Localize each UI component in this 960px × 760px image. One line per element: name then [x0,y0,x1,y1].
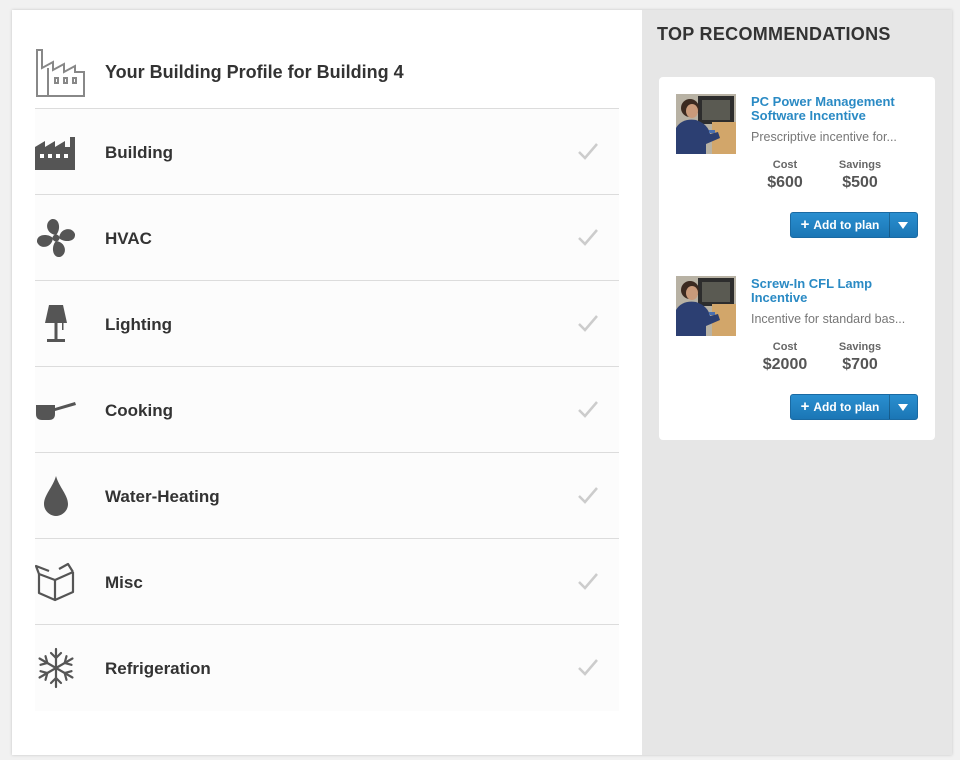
recommendations-sidebar: TOP RECOMMENDATIONS PC Power Management … [642,10,952,755]
cost-label: Cost [772,159,798,171]
open-box-icon [35,562,75,602]
savings-stat: Savings $500 [825,159,895,192]
add-to-plan-button-group: + Add to plan [790,212,918,238]
add-to-plan-label: Add to plan [813,218,880,232]
savings-label: Savings [838,159,882,171]
recommendation-thumbnail[interactable] [676,276,736,336]
recommendations-panel: PC Power Management Software Incentive P… [659,77,935,440]
category-list: Building HVAC Lighting Cooking Water-Hea… [35,109,619,711]
checkmark-icon [578,143,598,160]
caret-down-icon [898,404,908,411]
category-row-building[interactable]: Building [35,109,619,195]
caret-down-icon [898,222,908,229]
savings-value: $700 [842,356,878,373]
cost-stat: Cost $600 [750,159,820,192]
category-row-lighting[interactable]: Lighting [35,281,619,367]
app-window: Your Building Profile for Building 4 Bui… [12,10,952,755]
water-drop-icon [44,476,68,516]
savings-stat: Savings $700 [825,341,895,374]
recommendation-title-link[interactable]: PC Power Management Software Incentive [751,95,921,123]
lamp-icon [45,305,67,342]
building-outline-icon [36,49,85,97]
savings-label: Savings [838,341,882,353]
recommendations-heading: TOP RECOMMENDATIONS [657,24,891,44]
add-to-plan-dropdown-toggle[interactable] [889,213,917,237]
cost-value: $600 [767,174,803,191]
category-row-water-heating[interactable]: Water-Heating [35,453,619,539]
building-profile-panel: Your Building Profile for Building 4 Bui… [12,10,642,755]
recommendation-thumbnail[interactable] [676,94,736,154]
add-to-plan-label: Add to plan [813,400,880,414]
category-label: Cooking [105,401,173,420]
profile-header: Your Building Profile for Building 4 [35,46,619,109]
savings-value: $500 [842,174,878,191]
category-row-refrigeration[interactable]: Refrigeration [35,625,619,710]
category-row-misc[interactable]: Misc [35,539,619,625]
recommendation-title-link[interactable]: Screw-In CFL Lamp Incentive [751,277,921,305]
recommendation-description: Prescriptive incentive for... [751,130,897,144]
fan-icon [36,218,76,258]
snowflake-icon [38,647,74,689]
checkmark-icon [578,401,598,418]
cost-label: Cost [772,341,798,353]
category-label: Lighting [105,315,173,334]
cost-stat: Cost $2000 [750,341,820,374]
checkmark-icon [578,573,598,590]
category-label: HVAC [105,229,152,248]
category-label: Misc [105,573,143,592]
checkmark-icon [578,229,598,246]
recommendation-description: Incentive for standard bas... [751,312,906,326]
recommendation-card: Screw-In CFL Lamp Incentive Incentive fo… [676,276,921,441]
factory-icon [35,137,75,170]
checkmark-icon [578,659,598,676]
checkmark-icon [578,487,598,504]
add-to-plan-button[interactable]: + Add to plan [791,213,890,237]
add-to-plan-button[interactable]: + Add to plan [791,395,890,419]
category-label: Refrigeration [105,659,211,678]
page-title: Your Building Profile for Building 4 [105,62,404,82]
cost-value: $2000 [762,356,808,373]
category-label: Water-Heating [105,487,220,506]
plus-icon: + [800,216,810,233]
saucepan-icon [36,402,76,420]
checkmark-icon [578,315,598,332]
recommendation-card: PC Power Management Software Incentive P… [676,94,921,259]
add-to-plan-dropdown-toggle[interactable] [889,395,917,419]
add-to-plan-button-group: + Add to plan [790,394,918,420]
category-label: Building [105,143,173,162]
plus-icon: + [800,398,810,415]
category-row-cooking[interactable]: Cooking [35,367,619,453]
category-row-hvac[interactable]: HVAC [35,195,619,281]
